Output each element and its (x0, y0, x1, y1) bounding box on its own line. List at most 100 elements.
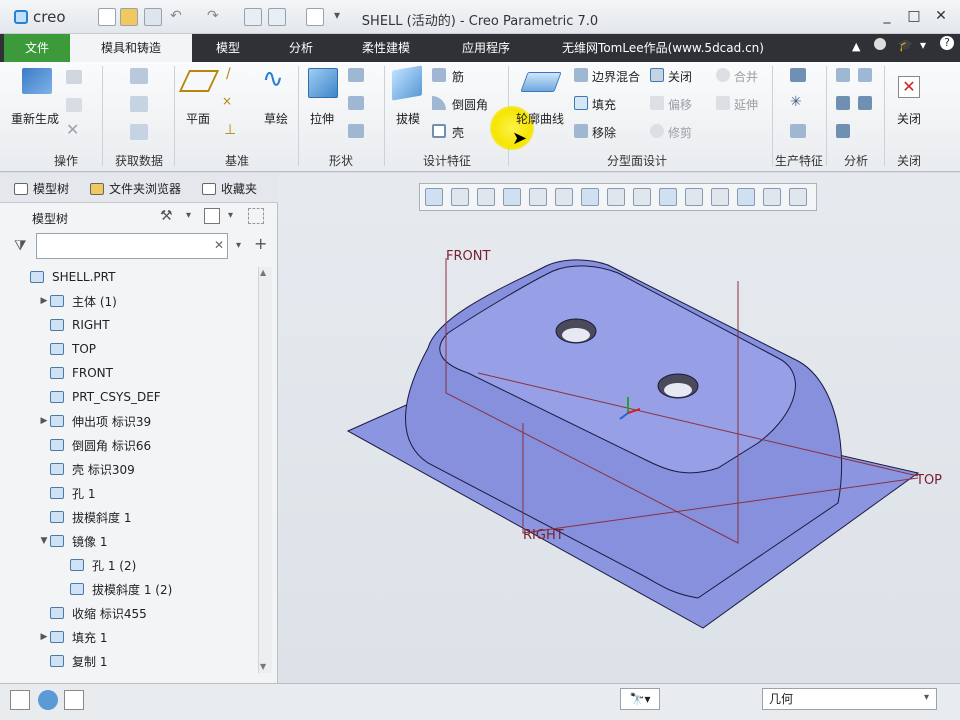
clear-search-icon[interactable]: ✕ (214, 238, 224, 252)
point-icon[interactable]: × (222, 94, 232, 108)
tab-model[interactable]: 模型 (200, 34, 256, 62)
tree-settings-icon[interactable]: ⚒ (160, 208, 173, 224)
tab-favorites[interactable]: 收藏夹 (202, 180, 257, 197)
expand-arrow-icon[interactable]: ▶ (38, 416, 50, 426)
rib-button[interactable]: 筋 (452, 68, 464, 85)
rib-icon[interactable] (432, 68, 446, 82)
projected-area-icon[interactable] (836, 96, 850, 110)
group-operations[interactable]: 操作 (36, 152, 96, 169)
community-icon[interactable]: 🎓 (898, 38, 913, 52)
expand-arrow-icon[interactable]: ▼ (38, 536, 50, 546)
extrude-icon[interactable] (308, 68, 338, 98)
thickness-check-icon[interactable] (858, 68, 872, 82)
browser-icon[interactable] (38, 690, 58, 710)
collapse-ribbon-icon[interactable]: ▲ (852, 40, 860, 53)
tree-item[interactable]: 收缩 标识455 (0, 602, 258, 624)
swept-blend-icon[interactable] (348, 124, 364, 138)
offset-button[interactable]: 偏移 (668, 96, 692, 113)
tab-model-tree[interactable]: 模型树 (14, 180, 69, 197)
group-datum[interactable]: 基准 (212, 152, 262, 169)
tree-filters-icon[interactable] (248, 208, 264, 224)
extend-icon[interactable] (716, 96, 730, 110)
remove-icon[interactable] (574, 124, 588, 138)
expand-arrow-icon[interactable]: ▶ (38, 632, 50, 642)
model-viewport-svg[interactable]: FRONT TOP RIGHT (278, 173, 960, 683)
tree-item[interactable]: RIGHT (0, 314, 258, 336)
runner-icon[interactable]: ✳ (790, 94, 802, 110)
group-shapes[interactable]: 形状 (316, 152, 366, 169)
plane-button[interactable]: 平面 (186, 110, 210, 127)
tree-item[interactable]: FRONT (0, 362, 258, 384)
waterline-icon[interactable] (790, 124, 806, 138)
axis-icon[interactable]: / (226, 66, 231, 82)
selection-filter-select[interactable]: 几何 (762, 688, 937, 710)
filter-icon[interactable]: ⧩ (14, 238, 27, 254)
maximize-icon[interactable]: □ (905, 8, 923, 26)
delete-icon[interactable]: ✕ (66, 120, 79, 139)
close-button[interactable]: 关闭 (897, 110, 921, 127)
close-surface-button[interactable]: 关闭 (668, 68, 692, 85)
group-production-features[interactable]: 生产特征 (772, 152, 826, 169)
sweep-icon[interactable] (348, 96, 364, 110)
publish-geometry-icon[interactable] (130, 124, 148, 140)
fill-button[interactable]: 填充 (592, 96, 616, 113)
scroll-up-icon[interactable]: ▲ (260, 268, 266, 277)
revolve-icon[interactable] (348, 68, 364, 82)
tree-item[interactable]: 拔模斜度 1 (2) (0, 578, 258, 600)
copy-geometry-icon[interactable] (130, 96, 148, 112)
find-icon[interactable]: 🔭▾ (620, 688, 660, 710)
scroll-down-icon[interactable]: ▼ (260, 662, 266, 671)
copy-icon[interactable] (66, 70, 82, 84)
merge-icon[interactable] (716, 68, 730, 82)
search-help-icon[interactable] (874, 38, 886, 50)
group-design-features[interactable]: 设计特征 (412, 152, 482, 169)
draft-check-icon[interactable] (836, 68, 850, 82)
offset-icon[interactable] (650, 96, 664, 110)
tree-item[interactable]: ▶ 填充 1 (0, 626, 258, 648)
extrude-button[interactable]: 拉伸 (310, 110, 334, 127)
tree-item[interactable]: 复制 1 (0, 650, 258, 672)
tab-applications[interactable]: 应用程序 (446, 34, 526, 62)
dropdown-icon[interactable]: ▾ (920, 38, 926, 52)
tab-mold-casting[interactable]: 模具和铸造 (70, 34, 192, 62)
merge-button[interactable]: 合并 (734, 68, 758, 85)
tree-settings-dropdown-icon[interactable]: ▾ (186, 210, 191, 221)
regenerate-icon[interactable] (22, 68, 52, 94)
close-surface-icon[interactable] (650, 68, 664, 82)
mold-analysis-icon[interactable] (836, 124, 850, 138)
show-dropdown-icon[interactable]: ▾ (228, 210, 233, 221)
tab-folder-browser[interactable]: 文件夹浏览器 (90, 180, 181, 197)
tree-item[interactable]: 壳 标识309 (0, 458, 258, 480)
boundary-blend-icon[interactable] (574, 68, 588, 82)
group-close[interactable]: 关闭 (886, 152, 932, 169)
tree-item[interactable]: 倒圆角 标识66 (0, 434, 258, 456)
fill-icon[interactable] (574, 96, 588, 110)
full-screen-icon[interactable] (64, 690, 84, 710)
extend-button[interactable]: 延伸 (734, 96, 758, 113)
tab-watermark[interactable]: 无维网TomLee作品(www.5dcad.cn) (548, 34, 778, 62)
regenerate-button[interactable]: 重新生成 (11, 110, 59, 127)
draft-button[interactable]: 拔模 (396, 110, 420, 127)
tree-item[interactable]: ▶ 伸出项 标识39 (0, 410, 258, 432)
tree-item[interactable]: 孔 1 (0, 482, 258, 504)
tree-item[interactable]: TOP (0, 338, 258, 360)
tab-file[interactable]: 文件 (4, 34, 70, 62)
remove-button[interactable]: 移除 (592, 124, 616, 141)
csys-icon[interactable]: ⊥ (224, 122, 236, 138)
close-mode-icon[interactable]: ✕ (898, 76, 920, 98)
tree-item[interactable]: ▼ 镜像 1 (0, 530, 258, 552)
expand-arrow-icon[interactable]: ▶ (38, 296, 50, 306)
silhouette-curve-button[interactable]: 轮廓曲线 (516, 110, 564, 127)
close-icon[interactable]: ✕ (932, 8, 950, 26)
tree-item[interactable]: 孔 1 (2) (0, 554, 258, 576)
draft-icon[interactable] (392, 65, 422, 101)
sketch-button[interactable]: 草绘 (264, 110, 288, 127)
show-columns-icon[interactable] (204, 208, 220, 224)
search-input[interactable] (36, 233, 228, 259)
tree-item[interactable]: SHELL.PRT (0, 266, 258, 288)
boundary-blend-button[interactable]: 边界混合 (592, 68, 640, 85)
navigator-icon[interactable] (10, 690, 30, 710)
production-feature-icon[interactable] (790, 68, 806, 82)
paste-icon[interactable] (66, 98, 82, 112)
group-get-data[interactable]: 获取数据 (104, 152, 174, 169)
